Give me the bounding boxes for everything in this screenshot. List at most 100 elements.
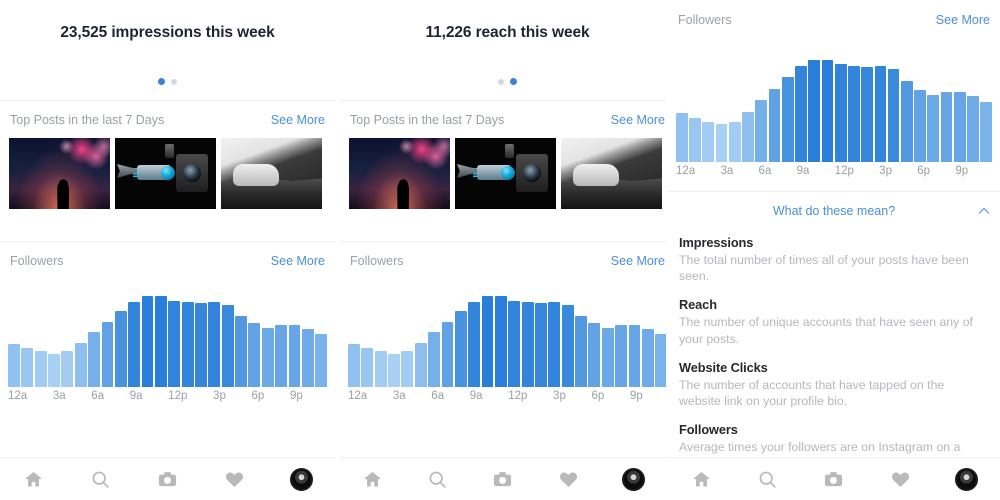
carousel-dots[interactable] xyxy=(0,78,335,85)
x-axis-tick-spacer xyxy=(118,390,129,402)
chart-bar xyxy=(195,303,207,387)
heart-icon[interactable] xyxy=(224,469,245,490)
x-axis-tick-label: 9a xyxy=(469,390,483,402)
nav-item-home[interactable] xyxy=(12,464,56,494)
nav-item-home[interactable] xyxy=(679,464,723,494)
definition-description: The total number of times all of your po… xyxy=(679,253,969,284)
x-axis-tick-spacer xyxy=(529,390,540,402)
x-axis-tick-label: 9p xyxy=(629,390,643,402)
camera-blue-lens-photo[interactable] xyxy=(455,138,556,209)
chart-bar xyxy=(74,343,87,387)
black-white-feet-rock-photo[interactable] xyxy=(561,138,662,209)
definition-term: Reach xyxy=(679,297,717,313)
followers-title: Followers xyxy=(678,13,732,27)
chart-bar xyxy=(728,122,741,162)
x-axis-tick-spacer xyxy=(381,390,392,402)
followers-see-more-link[interactable]: See More xyxy=(936,13,990,27)
home-icon[interactable] xyxy=(23,469,44,490)
chart-bar xyxy=(235,316,247,387)
carousel-dots[interactable] xyxy=(340,78,666,85)
x-axis-tick-spacer xyxy=(304,390,315,402)
x-axis-tick-spacer xyxy=(747,165,757,177)
profile-avatar[interactable] xyxy=(290,467,313,491)
chart-bar xyxy=(388,354,400,387)
x-axis-tick-spacer xyxy=(644,390,655,402)
heart-icon[interactable] xyxy=(890,469,911,490)
profile-avatar[interactable] xyxy=(955,467,979,491)
nav-item-activity[interactable] xyxy=(878,464,922,494)
chart-bar xyxy=(808,60,821,162)
search-icon[interactable] xyxy=(757,469,778,490)
bottom-nav-bar xyxy=(340,457,666,500)
definition-description: The number of unique accounts that have … xyxy=(679,315,973,346)
what-do-these-mean-toggle[interactable]: What do these mean? xyxy=(668,192,1000,229)
chart-bar xyxy=(248,323,261,387)
x-axis-tick-spacer xyxy=(618,390,629,402)
x-axis-tick-spacer xyxy=(407,390,418,402)
carousel-dot-2[interactable] xyxy=(510,78,517,85)
nav-item-camera[interactable] xyxy=(146,464,190,494)
nav-item-search[interactable] xyxy=(79,464,123,494)
x-axis-tick-label: 6a xyxy=(431,390,445,402)
home-icon[interactable] xyxy=(362,469,383,490)
carousel-dot-2[interactable] xyxy=(171,78,177,85)
chart-bar xyxy=(628,325,641,387)
x-axis-tick-label: 12a xyxy=(348,390,368,402)
fireworks-couple-photo[interactable] xyxy=(349,138,450,209)
carousel-dot-1[interactable] xyxy=(498,78,504,85)
page-title: 23,525 impressions this week xyxy=(60,24,275,41)
fireworks-couple-photo[interactable] xyxy=(9,138,110,209)
chart-bar xyxy=(48,354,60,387)
chart-bar xyxy=(288,325,301,387)
profile-avatar[interactable] xyxy=(621,467,645,491)
chart-bar xyxy=(494,296,507,387)
followers-activity-chart: 12a 3a 6a 9a 12p 3p 6p 9p xyxy=(0,279,335,402)
chart-bar xyxy=(887,69,900,162)
camera-icon[interactable] xyxy=(823,469,844,490)
nav-item-search[interactable] xyxy=(746,464,790,494)
nav-item-activity[interactable] xyxy=(213,464,257,494)
x-axis-tick-spacer xyxy=(79,390,90,402)
nav-item-home[interactable] xyxy=(351,464,395,494)
nav-item-camera[interactable] xyxy=(812,464,856,494)
followers-see-more-link[interactable]: See More xyxy=(611,254,665,268)
x-axis-tick-label: 12p xyxy=(168,390,188,402)
home-icon[interactable] xyxy=(691,469,712,490)
top-posts-see-more-link[interactable]: See More xyxy=(611,113,665,127)
nav-item-activity[interactable] xyxy=(546,464,590,494)
definitions-list: Impressions The total number of times al… xyxy=(668,229,1000,472)
definition-item: Website Clicks The number of accounts th… xyxy=(679,360,989,409)
chart-bar xyxy=(468,302,481,387)
camera-blue-lens-photo[interactable] xyxy=(115,138,216,209)
chart-bar xyxy=(348,344,360,387)
chart-bar xyxy=(742,112,754,162)
chart-bar xyxy=(615,325,628,387)
x-axis-tick-spacer xyxy=(867,165,877,177)
chevron-up-icon[interactable] xyxy=(978,205,990,216)
nav-item-profile[interactable] xyxy=(945,464,989,494)
x-axis-tick-spacer xyxy=(67,390,78,402)
search-icon[interactable] xyxy=(90,469,111,490)
x-axis-tick-spacer xyxy=(697,165,707,177)
nav-item-camera[interactable] xyxy=(481,464,525,494)
followers-see-more-link[interactable]: See More xyxy=(271,254,325,268)
black-white-feet-rock-photo[interactable] xyxy=(221,138,322,209)
heart-icon[interactable] xyxy=(558,469,579,490)
x-axis-tick-spacer xyxy=(855,165,865,177)
nav-item-search[interactable] xyxy=(416,464,460,494)
nav-item-profile[interactable] xyxy=(280,464,324,494)
chart-bar xyxy=(221,305,234,387)
camera-icon[interactable] xyxy=(157,469,178,490)
insights-panel-reach: 11,226 reach this week Top Posts in the … xyxy=(340,0,666,500)
followers-activity-chart: 12a 3a 6a 9a 12p 3p 6p 9p xyxy=(340,279,666,402)
top-posts-see-more-link[interactable]: See More xyxy=(271,113,325,127)
search-icon[interactable] xyxy=(427,469,448,490)
carousel-dot-1[interactable] xyxy=(158,78,165,85)
chart-bar xyxy=(275,325,288,387)
x-axis-tick-spacer xyxy=(785,165,795,177)
chart-bar xyxy=(755,100,768,162)
chart-bar xyxy=(655,334,666,387)
camera-icon[interactable] xyxy=(492,469,513,490)
x-axis-tick-spacer xyxy=(156,390,167,402)
nav-item-profile[interactable] xyxy=(611,464,655,494)
